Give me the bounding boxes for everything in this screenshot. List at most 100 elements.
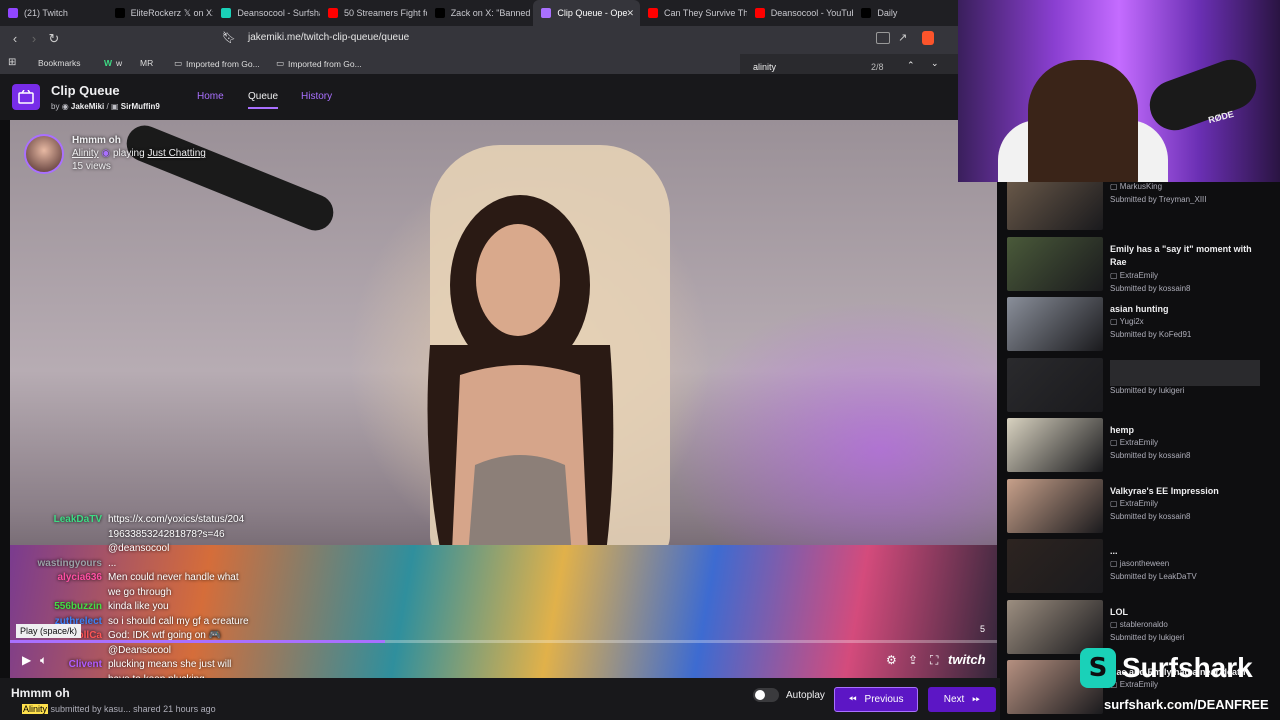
queue-item-title: ... (1110, 546, 1118, 556)
chat-username[interactable] (22, 587, 102, 598)
clip-title: Hmmm oh (72, 135, 121, 146)
byline-separator: / (106, 102, 109, 111)
find-input[interactable]: alinity (753, 62, 776, 72)
url-field[interactable]: jakemiki.me/twitch-clip-queue/queue (248, 32, 409, 43)
share-clip-icon[interactable]: ⇪ (908, 653, 918, 667)
queue-item-title: asian hunting (1110, 304, 1169, 314)
apps-grid-icon[interactable]: ⊞ (8, 57, 16, 68)
queue-channel-text: ExtraEmily (1119, 498, 1159, 508)
queue-thumbnail (1007, 176, 1103, 230)
queue-item[interactable]: Submitted by lukigeri (1007, 357, 1273, 412)
forward-icon: ⏩︎ (972, 694, 981, 705)
browser-tab-bar: (21) Twitch EliteRockerz 𝕏 on X: "L Deanso… (0, 0, 960, 26)
queue-item-submitter: Submitted by lukigeri (1110, 385, 1185, 395)
tab-favicon-icon (648, 8, 659, 18)
browser-tab[interactable]: Zack on X: "Banned for (427, 0, 534, 26)
byline-prefix: by (51, 102, 60, 111)
tab-label: 50 Streamers Fight for (344, 8, 427, 18)
queue-item[interactable]: ▢ MarkusKing Submitted by Treyman_XIII (1007, 176, 1273, 230)
webcam-person (1028, 60, 1138, 182)
browser-tab[interactable]: Can They Survive The 5 (640, 0, 747, 26)
tab-label: Zack on X: "Banned for (450, 8, 534, 18)
nav-history[interactable]: History (301, 91, 332, 102)
queue-item-submitter: Submitted by KoFed91 (1110, 330, 1192, 339)
channel-avatar[interactable] (24, 134, 64, 174)
queue-item[interactable]: Emily has a "say it" moment with Rae ▢ Ex… (1007, 236, 1273, 293)
author-link[interactable]: SirMuffin9 (121, 102, 160, 111)
browser-tab[interactable]: Daily (853, 0, 960, 26)
queue-item-title: hemp (1110, 425, 1135, 435)
channel-link[interactable]: Alinity (72, 148, 99, 159)
queue-item[interactable]: asian hunting ▢ Yugi2x Submitted by KoFed9… (1007, 297, 1273, 351)
previous-label: Previous (864, 694, 904, 705)
browser-tab[interactable]: EliteRockerz 𝕏 on X: "L (107, 0, 213, 26)
chat-text: @Deansocool (108, 644, 171, 656)
queue-item[interactable]: LOL ▢ stableronaldo Submitted by lukigeri (1007, 599, 1273, 654)
channel-icon: ▢ (1110, 270, 1120, 280)
clip-queue-logo-icon[interactable] (12, 84, 40, 110)
back-icon[interactable]: ‹ (5, 31, 25, 46)
browser-tab[interactable]: (21) Twitch (0, 0, 107, 26)
browser-tab[interactable]: 50 Streamers Fight for (320, 0, 427, 26)
queue-item-submitter: Submitted by lukigeri (1110, 632, 1185, 642)
chat-username[interactable]: wastingyours (22, 558, 102, 569)
reload-icon[interactable]: ↻ (44, 31, 64, 47)
autoplay-toggle[interactable] (753, 688, 779, 702)
play-icon[interactable]: ▶ (22, 653, 31, 667)
settings-icon[interactable]: ⚙ (886, 653, 897, 667)
game-link[interactable]: Just Chatting (147, 148, 205, 159)
queue-item-channel: ▢ jasontheween (1110, 559, 1169, 568)
find-prev-icon[interactable]: ⌃ (907, 60, 915, 71)
bookmark-folder[interactable]: ▭ Imported from Go... (174, 58, 260, 69)
bookmark-item[interactable]: Ww (104, 58, 122, 68)
chat-username[interactable]: alycia636 (22, 572, 103, 583)
bookmark-folder[interactable]: ▭ Imported from Go... (276, 58, 362, 69)
queue-thumbnail (1007, 478, 1103, 533)
next-button[interactable]: Next ⏩︎ (928, 687, 996, 712)
queue-item-submitter: Submitted by kossain8 (1110, 511, 1191, 521)
next-label: Next (943, 694, 965, 705)
browser-tab[interactable]: Deansocool - Surfshark (213, 0, 320, 26)
chat-username[interactable]: 556buzzin (22, 601, 102, 612)
bookmark-item[interactable]: MR (140, 58, 153, 68)
tab-search-icon[interactable] (876, 32, 890, 44)
channel-icon: ▢ (1110, 438, 1120, 447)
queue-item[interactable]: hemp ▢ ExtraEmily Submitted by kossain8 (1007, 418, 1273, 472)
chat-username[interactable] (22, 645, 102, 656)
bookmark-item[interactable]: Bookmarks (38, 58, 81, 68)
video-progress-bar[interactable] (10, 640, 997, 643)
chat-text: kinda like you (108, 601, 169, 612)
sponsor-url: surfshark.com/DEANFREE (1104, 697, 1269, 712)
browser-tab[interactable]: Clip Queue - Ope ✕ (533, 0, 641, 26)
address-bar: ‹ › ↻ 🔖︎ jakemiki.me/twitch-clip-queue/q… (0, 26, 960, 52)
bookmark-icon[interactable]: 🔖︎ (222, 31, 236, 44)
queue-thumbnail (1007, 418, 1103, 472)
chat-message: 556buzzin kinda like you (22, 601, 169, 612)
queue-item[interactable]: ... ▢ jasontheween Submitted by LeakDaTV (1007, 539, 1273, 593)
queue-thumbnail (1007, 236, 1103, 291)
byline: by ◉ JakeMiki / ▣ SirMuffin9 (51, 102, 160, 111)
find-next-icon[interactable]: ⌄ (931, 58, 939, 69)
chat-message: LeakDaTV https://x.com/yoxics/status/204 (22, 514, 245, 525)
shield-icon[interactable] (922, 31, 934, 45)
twitch-logo[interactable]: twitch (948, 652, 986, 667)
autoplay-knob (755, 690, 765, 700)
nav-home[interactable]: Home (197, 91, 224, 102)
chat-username[interactable]: LeakDaTV (22, 514, 102, 525)
chat-username[interactable]: Clivent (22, 659, 102, 670)
tab-close-icon[interactable]: ✕ (626, 8, 634, 19)
channel-highlight[interactable]: Alinity (22, 704, 49, 714)
browser-tab[interactable]: Deansocool - YouTube (747, 0, 853, 26)
chat-message: @deansocool (22, 543, 169, 554)
chat-username[interactable] (22, 529, 102, 540)
share-icon[interactable]: ↗ (898, 31, 907, 44)
previous-button[interactable]: ⏪︎ Previous (834, 687, 918, 712)
fullscreen-icon[interactable]: ⛶ (930, 653, 938, 668)
queue-title-placeholder (1110, 359, 1260, 386)
queue-item[interactable]: Valkyrae's EE Impression ▢ ExtraEmily Subm… (1007, 478, 1273, 533)
chat-username[interactable] (22, 543, 102, 554)
author-link[interactable]: JakeMiki (71, 102, 104, 111)
nav-queue[interactable]: Queue (248, 91, 279, 109)
volume-icon[interactable]: 🔈︎ (40, 653, 47, 668)
forward-icon[interactable]: › (24, 31, 44, 46)
